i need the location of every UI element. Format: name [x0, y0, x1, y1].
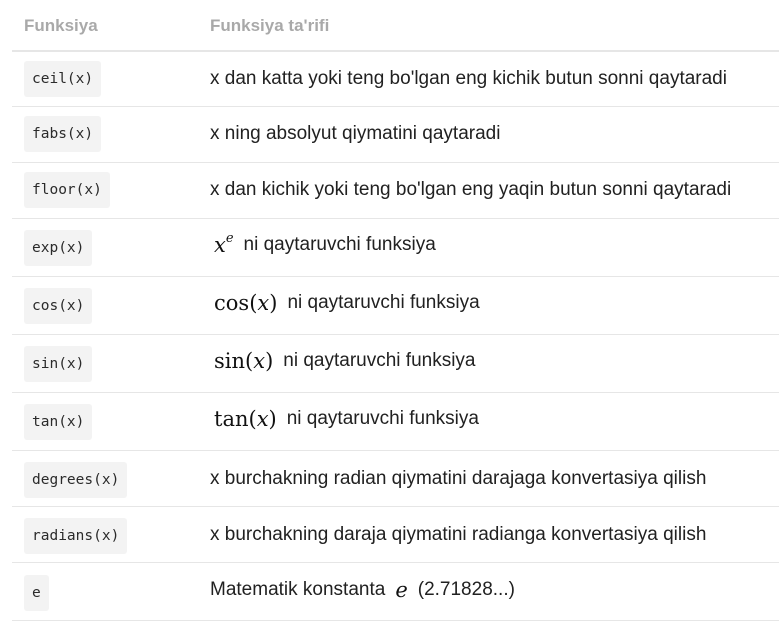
functions-table: Funksiya Funksiya ta'rifi ceil(x) x dan … — [12, 0, 779, 621]
math-expression: tan(x) — [214, 407, 277, 431]
math-expression: sin(x) — [214, 349, 274, 373]
function-description: x burchakning daraja qiymatini radianga … — [210, 524, 707, 545]
function-code: sin(x) — [24, 346, 93, 382]
description-text: ni qaytaruvchi funksiya — [287, 292, 480, 313]
description-text: ni qaytaruvchi funksiya — [243, 234, 436, 255]
table-row: exp(x) xe ni qaytaruvchi funksiya — [12, 219, 779, 277]
function-code: radians(x) — [24, 518, 128, 554]
function-description: x dan katta yoki teng bo'lgan eng kichik… — [210, 68, 727, 89]
header-description: Funksiya ta'rifi — [210, 16, 330, 35]
math-expression: cos(x) — [214, 291, 278, 315]
function-code: degrees(x) — [24, 462, 128, 498]
function-code: ceil(x) — [24, 61, 102, 97]
table-row: tan(x) tan(x) ni qaytaruvchi funksiya — [12, 393, 779, 451]
function-description: cos(x) ni qaytaruvchi funksiya — [210, 291, 480, 315]
table-row: ceil(x) x dan katta yoki teng bo'lgan en… — [12, 52, 779, 107]
table-row: degrees(x) x burchakning radian qiymatin… — [12, 451, 779, 507]
function-code: exp(x) — [24, 230, 93, 266]
description-text: (2.71828...) — [417, 579, 515, 600]
table-row: e Matematik konstanta e (2.71828...) — [12, 563, 779, 621]
function-description: tan(x) ni qaytaruvchi funksiya — [210, 407, 479, 431]
function-description: x dan kichik yoki teng bo'lgan eng yaqin… — [210, 179, 732, 200]
description-text: ni qaytaruvchi funksiya — [286, 408, 479, 429]
table-header: Funksiya Funksiya ta'rifi — [12, 0, 779, 52]
function-code: tan(x) — [24, 404, 93, 440]
function-description: x burchakning radian qiymatini darajaga … — [210, 468, 707, 489]
header-function: Funksiya — [24, 16, 98, 35]
table-row: sin(x) sin(x) ni qaytaruvchi funksiya — [12, 335, 779, 393]
function-code: cos(x) — [24, 288, 93, 324]
function-code: floor(x) — [24, 172, 110, 208]
description-text: Matematik konstanta — [210, 579, 386, 600]
table-row: cos(x) cos(x) ni qaytaruvchi funksiya — [12, 277, 779, 335]
function-description: x ning absolyut qiymatini qaytaradi — [210, 123, 501, 144]
function-code: fabs(x) — [24, 116, 102, 152]
math-expression: e — [395, 578, 408, 602]
table-row: floor(x) x dan kichik yoki teng bo'lgan … — [12, 163, 779, 219]
function-description: sin(x) ni qaytaruvchi funksiya — [210, 349, 476, 373]
function-code: e — [24, 575, 49, 611]
function-description: Matematik konstanta e (2.71828...) — [210, 578, 515, 602]
description-text: ni qaytaruvchi funksiya — [283, 350, 476, 371]
table-row: fabs(x) x ning absolyut qiymatini qaytar… — [12, 107, 779, 163]
function-description: xe ni qaytaruvchi funksiya — [210, 231, 436, 257]
table-row: radians(x) x burchakning daraja qiymatin… — [12, 507, 779, 563]
math-expression: xe — [214, 231, 234, 257]
